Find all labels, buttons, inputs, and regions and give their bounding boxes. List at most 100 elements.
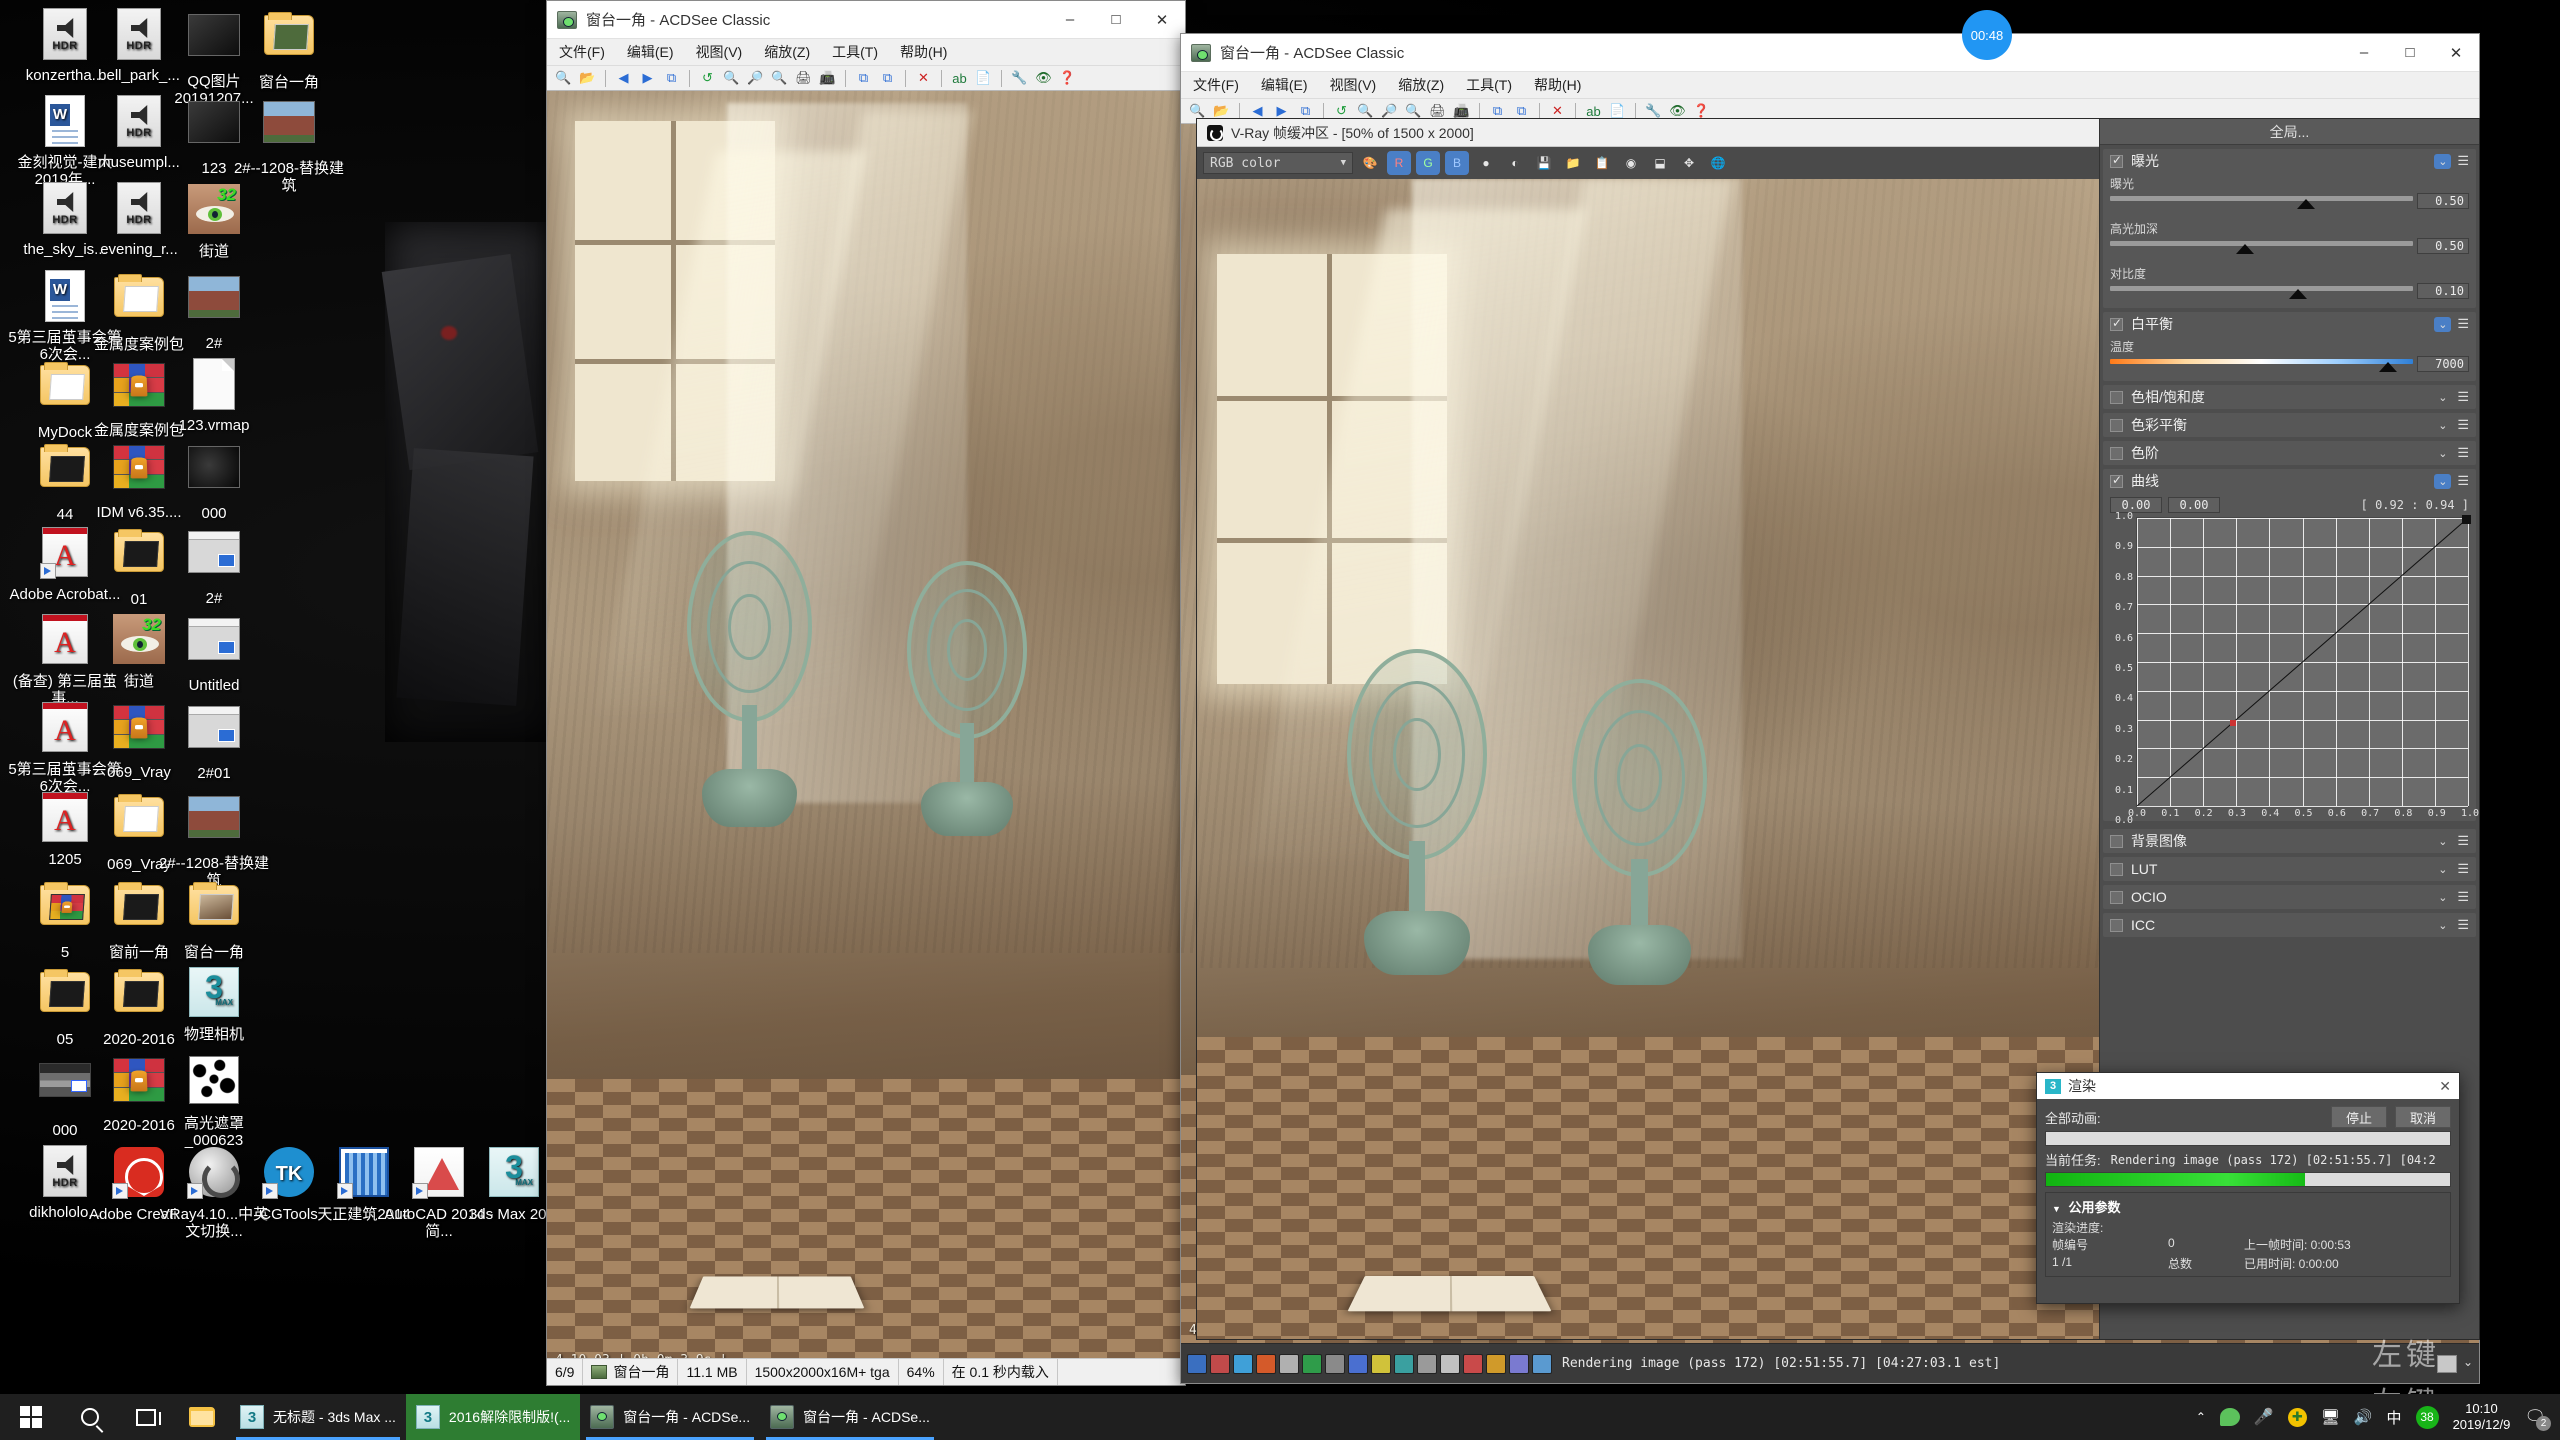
- system-tray[interactable]: ⌃ 🎤 ✚ 🖥 🔊 中 38 10:10 2019/12/9 🗨 2: [2196, 1401, 2560, 1433]
- acdsee-back-delete-icon[interactable]: ✕: [913, 68, 934, 88]
- slider-control[interactable]: 0.50: [2110, 238, 2469, 257]
- slider-control[interactable]: 0.10: [2110, 283, 2469, 302]
- acdsee-front-menu-1[interactable]: 文件(F): [1193, 75, 1239, 95]
- vfb-layer-button-16[interactable]: [1532, 1353, 1552, 1374]
- slider-row-2[interactable]: 高光加深 0.50: [2103, 218, 2476, 263]
- slider-track[interactable]: [2110, 286, 2413, 291]
- chevron-down-icon[interactable]: ⌄: [2434, 153, 2452, 169]
- common-params-panel[interactable]: ▼ 公用参数 渲染进度: 帧编号 0 上一帧时间: 0:00:53 1 /1 总数 已用时…: [2045, 1192, 2451, 1277]
- acdsee-back-print-icon[interactable]: 🖨: [793, 68, 814, 88]
- section-checkbox[interactable]: [2110, 862, 2123, 876]
- curve-editor[interactable]: 0.00 0.00[ 0.92 : 0.94 ] 1.0 0.9 0.8 0.7 0.6 0.…: [2110, 497, 2479, 826]
- color-picker-icon[interactable]: 🎨: [1358, 151, 1382, 175]
- vfb-layer-button-1[interactable]: [1187, 1353, 1207, 1374]
- section-menu-icon[interactable]: ☰: [2457, 833, 2469, 849]
- acdsee-back-properties-icon[interactable]: 📄: [973, 68, 994, 88]
- slider-value[interactable]: 0.10: [2417, 283, 2469, 299]
- maximize-button-front[interactable]: □: [2387, 34, 2433, 71]
- chevron-down-icon[interactable]: ⌄: [2434, 918, 2451, 933]
- vfb-layer-button-5[interactable]: [1279, 1353, 1299, 1374]
- open-icon[interactable]: 📁: [1561, 151, 1585, 175]
- stop-button[interactable]: 停止: [2331, 1106, 2387, 1128]
- desktop-icon-23[interactable]: 2#: [155, 525, 273, 607]
- section-header[interactable]: ICC ⌄ ☰: [2103, 913, 2476, 937]
- section-menu-icon[interactable]: ☰: [2457, 917, 2469, 933]
- acdsee-front-menu-3[interactable]: 视图(V): [1330, 75, 1377, 95]
- minimize-button-back[interactable]: –: [1047, 1, 1093, 38]
- maximize-button-back[interactable]: □: [1093, 1, 1139, 38]
- acdsee-back-browse-icon[interactable]: 🔍: [553, 68, 574, 88]
- acdsee-front-menu-6[interactable]: 帮助(H): [1534, 75, 1581, 95]
- correction-section-9[interactable]: OCIO ⌄ ☰: [2103, 885, 2476, 909]
- vfb-layer-button-8[interactable]: [1348, 1353, 1368, 1374]
- section-menu-icon[interactable]: ☰: [2457, 445, 2469, 461]
- slider-thumb[interactable]: [2235, 244, 2254, 254]
- acdsee-back-view-icon[interactable]: 👁: [1033, 68, 1054, 88]
- close-button-back[interactable]: ✕: [1139, 1, 1185, 38]
- slider-control[interactable]: 0.50: [2110, 193, 2469, 212]
- taskbar-app-2[interactable]: 3 2016解除限制版!(...: [405, 1394, 581, 1440]
- section-menu-icon[interactable]: ☰: [2457, 389, 2469, 405]
- section-checkbox[interactable]: [2110, 890, 2123, 904]
- section-checkbox[interactable]: [2110, 153, 2123, 168]
- desktop-icon-20[interactable]: 000: [155, 440, 273, 522]
- desktop-icon-26[interactable]: Untitled: [155, 612, 273, 694]
- acdsee-back-copy-page-icon[interactable]: ⧉: [661, 68, 682, 88]
- save-icon[interactable]: 💾: [1532, 151, 1556, 175]
- curve-y-field[interactable]: 0.00: [2168, 497, 2220, 513]
- slider-track[interactable]: [2110, 196, 2413, 201]
- taskbar-app-1[interactable]: 3 无标题 - 3ds Max ...: [230, 1394, 406, 1440]
- clipboard-icon[interactable]: 📋: [1590, 151, 1614, 175]
- section-header[interactable]: 曝光 ⌄ ☰: [2103, 149, 2476, 173]
- section-menu-icon[interactable]: ☰: [2457, 861, 2469, 877]
- correction-section-5[interactable]: 色阶 ⌄ ☰: [2103, 441, 2476, 465]
- acdsee-back-copy-icon[interactable]: ⧉: [853, 68, 874, 88]
- ime-chinese-icon[interactable]: 中: [2387, 1407, 2402, 1428]
- correction-sections[interactable]: 曝光 ⌄ ☰ 曝光 0.50 高光加深 0.50 对比度 0.10 白平衡 ⌄ ☰ 温度 7000 色相/饱…: [2100, 149, 2479, 937]
- vfb-layer-button-15[interactable]: [1509, 1353, 1529, 1374]
- desktop-icon-8[interactable]: 2#--1208-替换建筑: [230, 95, 348, 194]
- curve-control-point[interactable]: [2229, 719, 2236, 726]
- curve-grid[interactable]: [2136, 515, 2471, 807]
- correction-section-1[interactable]: 曝光 ⌄ ☰ 曝光 0.50 高光加深 0.50 对比度 0.10: [2103, 149, 2476, 308]
- vfb-layer-button-11[interactable]: [1417, 1353, 1437, 1374]
- red-channel-icon[interactable]: R: [1387, 151, 1411, 175]
- blue-channel-icon[interactable]: B: [1445, 151, 1469, 175]
- acdsee-back-rename-icon[interactable]: ab: [949, 68, 970, 88]
- section-header[interactable]: LUT ⌄ ☰: [2103, 857, 2476, 881]
- green-channel-icon[interactable]: G: [1416, 151, 1440, 175]
- section-header[interactable]: 色阶 ⌄ ☰: [2103, 441, 2476, 465]
- section-menu-icon[interactable]: ☰: [2457, 417, 2469, 433]
- vfb-render-area[interactable]: [1197, 179, 2099, 1339]
- acdsee-back-menu-4[interactable]: 缩放(Z): [764, 42, 810, 62]
- desktop-icon-41[interactable]: 高光遮罩_000623: [155, 1053, 273, 1149]
- image-viewport-back[interactable]: 4.10.03 | 0h 0m 3.9s |: [547, 91, 1185, 1358]
- acdsee-back-next-icon[interactable]: ▶: [637, 68, 658, 88]
- status-expand-icon[interactable]: ⌄: [2463, 1355, 2473, 1373]
- slider-track[interactable]: [2110, 241, 2413, 246]
- taskbar[interactable]: 3 无标题 - 3ds Max ... 3 2016解除限制版!(... 窗台一角 - …: [0, 1394, 2560, 1440]
- world-icon[interactable]: 🌐: [1706, 151, 1730, 175]
- section-checkbox[interactable]: [2110, 918, 2123, 932]
- section-header[interactable]: OCIO ⌄ ☰: [2103, 885, 2476, 909]
- acdsee-back-open-folder-icon[interactable]: 📂: [577, 68, 598, 88]
- chevron-down-icon[interactable]: ⌄: [2434, 446, 2451, 461]
- title-bar-front[interactable]: 窗台一角 - ACDSee Classic – □ ✕: [1181, 34, 2479, 72]
- slider-control[interactable]: 7000: [2110, 356, 2469, 375]
- alpha-icon[interactable]: ●: [1474, 151, 1498, 175]
- chevron-down-icon[interactable]: ⌄: [2434, 418, 2451, 433]
- correction-section-8[interactable]: LUT ⌄ ☰: [2103, 857, 2476, 881]
- section-checkbox[interactable]: [2110, 473, 2123, 488]
- slider-row-1[interactable]: 温度 7000: [2103, 336, 2476, 381]
- chevron-down-icon[interactable]: ⌄: [2434, 834, 2451, 849]
- acdsee-back-zoom-fit-icon[interactable]: 🔎: [745, 68, 766, 88]
- clock[interactable]: 10:10 2019/12/9: [2453, 1401, 2511, 1433]
- correction-section-2[interactable]: 白平衡 ⌄ ☰ 温度 7000: [2103, 312, 2476, 381]
- acdsee-back-paste-icon[interactable]: ⧉: [877, 68, 898, 88]
- vfb-layer-button-4[interactable]: [1256, 1353, 1276, 1374]
- slider-value[interactable]: 7000: [2417, 356, 2469, 372]
- chevron-down-icon[interactable]: ⌄: [2434, 862, 2451, 877]
- search-icon[interactable]: [62, 1394, 118, 1440]
- slider-thumb[interactable]: [2289, 289, 2308, 299]
- region-render-icon[interactable]: ⬓: [1648, 151, 1672, 175]
